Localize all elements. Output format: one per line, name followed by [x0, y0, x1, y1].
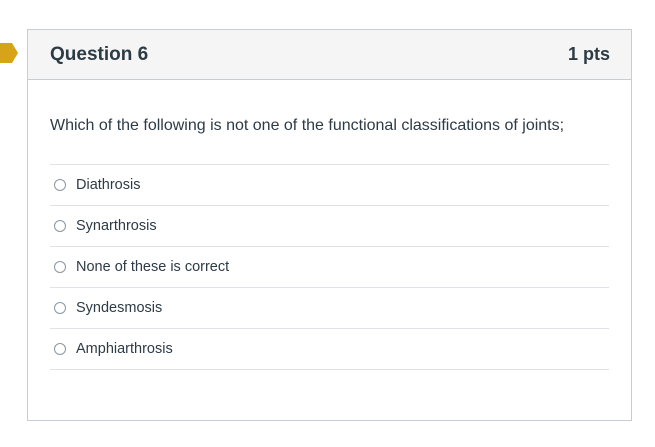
answer-option-syndesmosis[interactable]: Syndesmosis: [50, 288, 609, 329]
answer-label[interactable]: Diathrosis: [76, 177, 140, 193]
answer-label[interactable]: Syndesmosis: [76, 300, 162, 316]
question-card: Question 6 1 pts Which of the following …: [27, 29, 632, 421]
answer-label[interactable]: None of these is correct: [76, 259, 229, 275]
answer-label[interactable]: Amphiarthrosis: [76, 341, 173, 357]
question-text: Which of the following is not one of the…: [50, 117, 565, 134]
question-header: Question 6 1 pts: [28, 30, 631, 80]
answer-list: Diathrosis Synarthrosis None of these is…: [50, 164, 609, 370]
question-body: Which of the following is not one of the…: [28, 80, 631, 370]
question-points: 1 pts: [567, 44, 610, 64]
radio-unchecked-icon[interactable]: [54, 179, 66, 191]
radio-unchecked-icon[interactable]: [54, 220, 66, 232]
radio-unchecked-icon[interactable]: [54, 343, 66, 355]
radio-unchecked-icon[interactable]: [54, 261, 66, 273]
answer-option-none-correct[interactable]: None of these is correct: [50, 247, 609, 288]
question-flag-icon[interactable]: [0, 43, 18, 63]
answer-option-diathrosis[interactable]: Diathrosis: [50, 165, 609, 206]
question-title: Question 6: [50, 43, 149, 65]
quiz-page: Question 6 1 pts Which of the following …: [0, 0, 655, 447]
radio-unchecked-icon[interactable]: [54, 302, 66, 314]
answer-label[interactable]: Synarthrosis: [76, 218, 157, 234]
answer-option-synarthrosis[interactable]: Synarthrosis: [50, 206, 609, 247]
answer-option-amphiarthrosis[interactable]: Amphiarthrosis: [50, 329, 609, 370]
